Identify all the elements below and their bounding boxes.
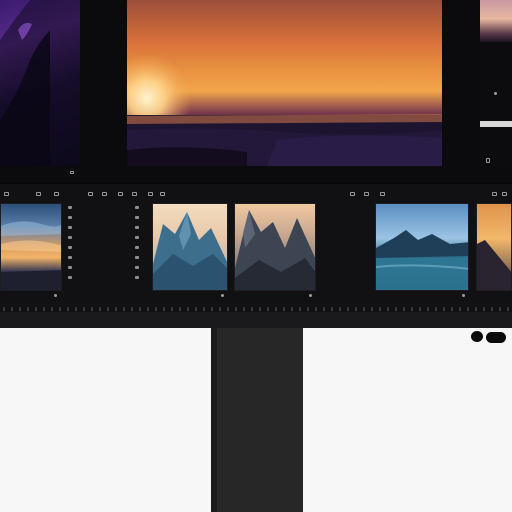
share-icon[interactable] [88, 192, 93, 196]
control-icon-10[interactable] [135, 216, 139, 219]
more-options-icon[interactable] [502, 192, 507, 196]
thumbnail-dark-mountains[interactable] [234, 203, 316, 291]
left-preview-image [0, 0, 80, 166]
control-icon-7[interactable] [68, 266, 72, 269]
timeline-ruler[interactable] [0, 300, 512, 312]
control-icon-12[interactable] [135, 236, 139, 239]
control-icon-5[interactable] [68, 246, 72, 249]
chevron-down-icon[interactable] [70, 171, 74, 174]
monitor-bezel [0, 312, 512, 328]
control-icon-13[interactable] [135, 246, 139, 249]
orange-cliff-art [477, 240, 511, 290]
thumbnail-side-controls-2 [133, 206, 145, 296]
viewer-area [0, 0, 512, 182]
more-icon[interactable] [494, 92, 497, 95]
info-icon[interactable] [364, 192, 369, 196]
star-icon[interactable] [118, 192, 123, 196]
main-preview-image[interactable] [127, 0, 442, 166]
control-icon-16[interactable] [135, 276, 139, 279]
dark-mountains-art [235, 210, 315, 290]
control-icon-8[interactable] [68, 276, 72, 279]
settings-icon[interactable] [350, 192, 355, 196]
filmstrip-toolbar [0, 188, 512, 202]
control-icon-11[interactable] [135, 226, 139, 229]
tag-icon[interactable] [102, 192, 107, 196]
grid-icon[interactable] [4, 192, 9, 196]
control-icon-3[interactable] [68, 226, 72, 229]
folder-icon[interactable] [54, 192, 59, 196]
mountain-lake-art [376, 230, 468, 290]
control-icon-15[interactable] [135, 266, 139, 269]
thumb-menu-icon-2[interactable] [309, 294, 312, 297]
sunset-scene [127, 53, 442, 166]
control-icon-1[interactable] [68, 206, 72, 209]
right-preview-panel[interactable] [480, 0, 512, 166]
monitor-frame [0, 0, 512, 328]
monitor-stand-shadow [211, 328, 217, 512]
filter-icon[interactable] [148, 192, 153, 196]
right-preview-thumb [480, 0, 512, 42]
expand-icon[interactable] [486, 158, 490, 163]
rotate-icon[interactable] [160, 192, 165, 196]
thumbnail-side-controls [66, 206, 78, 296]
cable-knob-2 [486, 332, 506, 343]
thumbnail-blue-mountains[interactable] [152, 203, 228, 291]
right-panel-bar [480, 121, 512, 127]
heart-icon[interactable] [380, 192, 385, 196]
control-icon-4[interactable] [68, 236, 72, 239]
control-icon-6[interactable] [68, 256, 72, 259]
thumb-menu-icon-3[interactable] [462, 294, 465, 297]
cable-knob-1 [471, 331, 483, 342]
control-icon-2[interactable] [68, 216, 72, 219]
crop-icon[interactable] [132, 192, 137, 196]
control-icon-9[interactable] [135, 206, 139, 209]
delete-icon[interactable] [492, 192, 497, 196]
thumb-menu-icon-1[interactable] [221, 294, 224, 297]
left-preview-panel[interactable] [0, 0, 80, 166]
sunset-sky-art [1, 221, 61, 290]
thumbnail-mountain-lake[interactable] [375, 203, 469, 291]
blue-mountains-art [153, 212, 227, 290]
list-icon[interactable] [36, 192, 41, 196]
monitor-stand [211, 328, 303, 512]
control-icon-14[interactable] [135, 256, 139, 259]
thumb-menu-icon-0[interactable] [54, 294, 57, 297]
thumbnail-sunset-sky[interactable] [0, 203, 62, 291]
thumbnail-orange-cliff[interactable] [476, 203, 512, 291]
